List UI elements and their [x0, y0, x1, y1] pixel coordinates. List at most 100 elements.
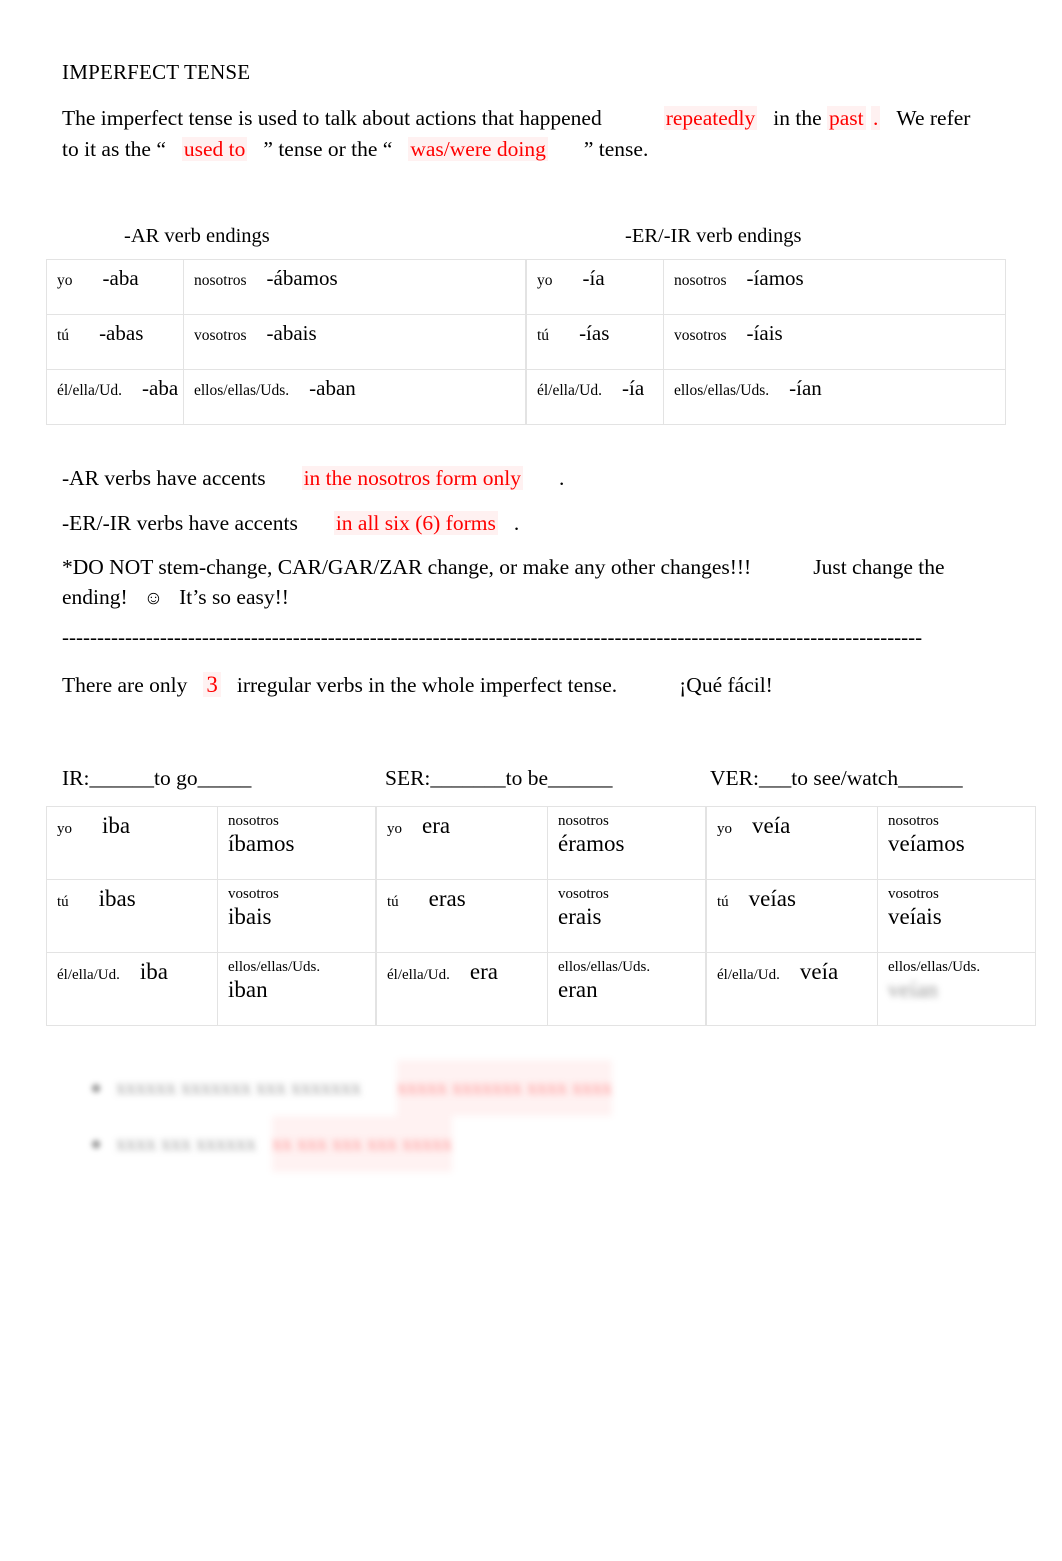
cell-ser-tu: tú eras — [376, 879, 548, 953]
table-row: tú -ías vosotros -íais — [526, 314, 1006, 370]
pronoun-tu: tú — [387, 894, 399, 910]
heading-verb-ver: VER:___to see/watch______ — [710, 766, 963, 790]
form-ser-tu: eras — [428, 886, 466, 911]
cell-ser-nosotros: nosotros éramos — [547, 806, 706, 880]
cell-yo-aba: yo -aba — [46, 259, 184, 315]
bullet-icon: ● — [90, 1077, 103, 1099]
form-ser-ellos: eran — [558, 977, 598, 1002]
pronoun-el-ella-ud: él/ella/Ud. — [57, 382, 122, 399]
warning-line1b: Just change the — [813, 555, 945, 579]
form-tu-ar: -abas — [99, 321, 144, 345]
cell-ver-tu: tú veías — [706, 879, 878, 953]
pronoun-el-ella-ud: él/ella/Ud. — [387, 967, 450, 983]
intro-text-part2: in the — [773, 106, 822, 130]
pronoun-yo: yo — [537, 272, 553, 289]
cell-ver-yo: yo veía — [706, 806, 878, 880]
ver-conjugation-table: yo veía nosotros veíamos tú veías vosotros v… — [706, 806, 1036, 1026]
cell-tu-abas: tú -abas — [46, 314, 184, 370]
intro-text-part1: The imperfect tense is used to talk abou… — [62, 106, 602, 130]
form-yo-erir: -ía — [582, 266, 605, 290]
form-ir-ellos: iban — [228, 977, 268, 1002]
form-ir-vosotros: ibais — [228, 904, 272, 929]
table-row: tú veías vosotros veíais — [706, 879, 1036, 953]
cell-vosotros-iais: vosotros -íais — [663, 314, 1006, 370]
note-erir-accents: -ER/-IR verbs have accents in all six (6)… — [62, 508, 519, 538]
warning-line2a: ending! — [62, 585, 128, 609]
cell-ver-ellos: ellos/ellas/Uds. veían — [877, 952, 1036, 1026]
table-row: él/ella/Ud. veía ellos/ellas/Uds. veían — [706, 952, 1036, 1026]
form-nosotros-erir: -íamos — [746, 266, 804, 290]
pronoun-tu: tú — [537, 327, 550, 344]
intro-text-part6: ” tense. — [583, 137, 649, 161]
form-ser-nosotros: éramos — [558, 831, 625, 856]
cell-ver-vosotros: vosotros veíais — [877, 879, 1036, 953]
pronoun-yo: yo — [57, 821, 72, 837]
form-ver-ellos-obscured: veían — [888, 977, 938, 1002]
irregulars-exclamation: ¡Qué fácil! — [679, 673, 773, 697]
form-vosotros-erir: -íais — [746, 321, 783, 345]
pronoun-yo: yo — [717, 821, 732, 837]
table-row: él/ella/Ud. era ellos/ellas/Uds. eran — [376, 952, 706, 1026]
form-tu-erir: -ías — [579, 321, 610, 345]
cell-ir-ellos: ellos/ellas/Uds. iban — [217, 952, 376, 1026]
table-row: yo era nosotros éramos — [376, 806, 706, 880]
note-ar-period: . — [558, 466, 565, 490]
table-row: él/ella/Ud. iba ellos/ellas/Uds. iban — [46, 952, 376, 1026]
ar-endings-table: yo -aba nosotros -ábamos tú -abas vosotros -… — [46, 259, 526, 425]
table-row: tú eras vosotros erais — [376, 879, 706, 953]
form-el-ar: -aba — [142, 376, 179, 400]
answer-used-to: used to — [181, 137, 248, 161]
document-page: IMPERFECT TENSE The imperfect tense is u… — [0, 0, 1062, 1561]
cell-ellos-aban: ellos/ellas/Uds. -aban — [183, 369, 526, 425]
obscured-line1-black: xxxxxx xxxxxxx xxx xxxxxxx — [116, 1077, 361, 1099]
answer-past: past — [827, 106, 866, 130]
pronoun-yo: yo — [57, 272, 73, 289]
form-ver-yo: veía — [752, 813, 791, 838]
obscured-line1-red: xxxxx xxxxxxx xxxx xxxx — [397, 1060, 612, 1116]
ir-conjugation-table: yo iba nosotros íbamos tú ibas vosotros ibai… — [46, 806, 376, 1026]
form-yo-ar: -aba — [102, 266, 139, 290]
form-ir-tu: ibas — [98, 886, 136, 911]
endings-tables-container: yo -aba nosotros -ábamos tú -abas vosotros -… — [46, 259, 1006, 425]
form-ser-vosotros: erais — [558, 904, 602, 929]
form-ir-el: iba — [139, 959, 169, 984]
warning-line2b: It’s so easy!! — [179, 585, 289, 609]
heading-verb-ir: IR:______to go_____ — [62, 766, 252, 790]
form-nosotros-ar: -ábamos — [266, 266, 338, 290]
table-row: yo veía nosotros veíamos — [706, 806, 1036, 880]
pronoun-tu: tú — [57, 894, 69, 910]
pronoun-el-ella-ud: él/ella/Ud. — [537, 382, 602, 399]
table-row: tú -abas vosotros -abais — [46, 314, 526, 370]
pronoun-ellos-ellas-uds: ellos/ellas/Uds. — [674, 382, 770, 399]
pronoun-el-ella-ud: él/ella/Ud. — [57, 967, 120, 983]
warning-line1: *DO NOT stem-change, CAR/GAR/ZAR change,… — [62, 555, 752, 579]
irregulars-intro-before: There are only — [62, 673, 188, 697]
bullet-icon: ● — [90, 1133, 103, 1155]
cell-el-ia: él/ella/Ud. -ía — [526, 369, 664, 425]
form-ver-vosotros: veíais — [888, 904, 942, 929]
form-ver-el: veía — [799, 959, 839, 984]
caption-ar-endings: -AR verb endings — [124, 225, 270, 247]
note-erir-period: . — [513, 511, 520, 535]
form-ellos-ar: -aban — [309, 376, 356, 400]
form-el-erir: -ía — [622, 376, 645, 400]
pronoun-yo: yo — [387, 821, 402, 837]
cell-el-aba: él/ella/Ud. -aba — [46, 369, 184, 425]
cell-nosotros-abamos: nosotros -ábamos — [183, 259, 526, 315]
pronoun-nosotros: nosotros — [674, 272, 727, 289]
cell-nosotros-iamos: nosotros -íamos — [663, 259, 1006, 315]
table-row: yo -aba nosotros -ábamos — [46, 259, 526, 315]
cell-yo-ia: yo -ía — [526, 259, 664, 315]
form-ser-yo: era — [422, 813, 451, 838]
obscured-line-1: ● xxxxxx xxxxxxx xxx xxxxxxx xxxxx xxxxxxx… — [90, 1060, 710, 1116]
form-ver-tu: veías — [748, 886, 796, 911]
pronoun-tu: tú — [717, 894, 729, 910]
pronoun-tu: tú — [57, 327, 70, 344]
pronoun-nosotros: nosotros — [194, 272, 247, 289]
pronoun-ellos-ellas-uds: ellos/ellas/Uds. — [228, 959, 321, 975]
form-ir-nosotros: íbamos — [228, 831, 295, 856]
obscured-line2-red: xx xxx xxx xxx xxxxx — [272, 1116, 452, 1172]
irregular-tables-container: yo iba nosotros íbamos tú ibas vosotros ibai… — [46, 806, 1036, 1026]
table-row: yo -ía nosotros -íamos — [526, 259, 1006, 315]
obscured-line-2: ● xxxx xxx xxxxxx xx xxx xxx xxx xxxxx — [90, 1116, 710, 1172]
